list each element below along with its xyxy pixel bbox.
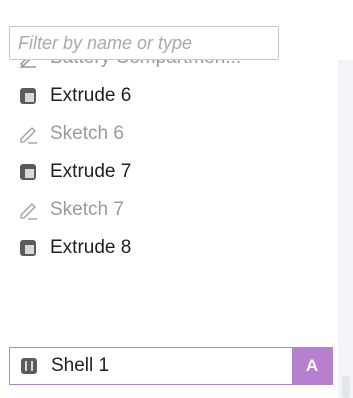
feature-list: Battery Compartmen... Extrude 6 Sketch 6… <box>0 60 338 398</box>
list-item-battery-compartment[interactable]: Battery Compartmen... <box>9 60 333 77</box>
extrude-icon <box>18 86 38 106</box>
list-item-label: Shell 1 <box>51 355 110 376</box>
scrollbar[interactable] <box>338 60 353 398</box>
list-item-extrude-7[interactable]: Extrude 7 <box>9 153 333 191</box>
extrude-icon <box>18 162 38 182</box>
list-item-extrude-6[interactable]: Extrude 6 <box>9 77 333 115</box>
list-item-label: Battery Compartmen... <box>50 60 241 69</box>
list-item-extrude-8[interactable]: Extrude 8 <box>9 229 333 267</box>
shell-icon <box>19 356 39 376</box>
list-item-label: Extrude 6 <box>50 85 132 106</box>
filter-box[interactable] <box>9 26 279 60</box>
selection-badge: A <box>292 348 332 384</box>
list-item-shell-1[interactable]: Shell 1 A <box>9 347 333 385</box>
list-item-label: Extrude 7 <box>50 161 132 182</box>
list-item-label: Sketch 7 <box>50 199 124 220</box>
list-item-sketch-7[interactable]: Sketch 7 <box>9 191 333 229</box>
scrollbar-thumb[interactable] <box>342 376 350 398</box>
list-item-label: Extrude 8 <box>50 237 132 258</box>
sketch-icon <box>18 200 38 220</box>
sketch-icon <box>18 124 38 144</box>
filter-input[interactable] <box>10 27 278 59</box>
list-item-sketch-6[interactable]: Sketch 6 <box>9 115 333 153</box>
list-item-label: Sketch 6 <box>50 123 124 144</box>
sketch-icon <box>18 60 38 68</box>
extrude-icon <box>18 238 38 258</box>
